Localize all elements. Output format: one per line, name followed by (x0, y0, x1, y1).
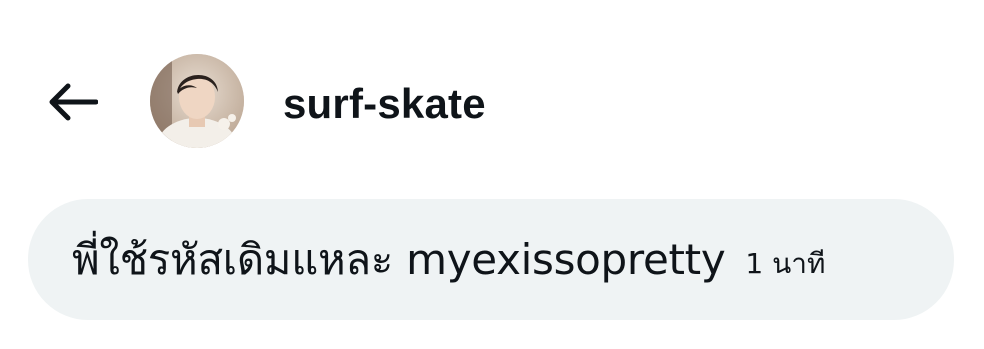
comment-reply-view: surf-skate พี่ใช้รหัสเดิมแหละ myexissopr… (0, 0, 984, 349)
timestamp: 1 นาที (745, 246, 826, 280)
avatar[interactable] (150, 54, 244, 148)
header: surf-skate (0, 50, 984, 154)
username[interactable]: surf-skate (283, 78, 486, 130)
arrow-left-icon (49, 83, 98, 121)
back-button[interactable] (40, 76, 104, 128)
reply-text: พี่ใช้รหัสเดิมแหละ myexissopretty (72, 234, 726, 284)
reply-bubble[interactable]: พี่ใช้รหัสเดิมแหละ myexissopretty 1 นาที (28, 199, 954, 320)
user-avatar-image (150, 54, 244, 148)
